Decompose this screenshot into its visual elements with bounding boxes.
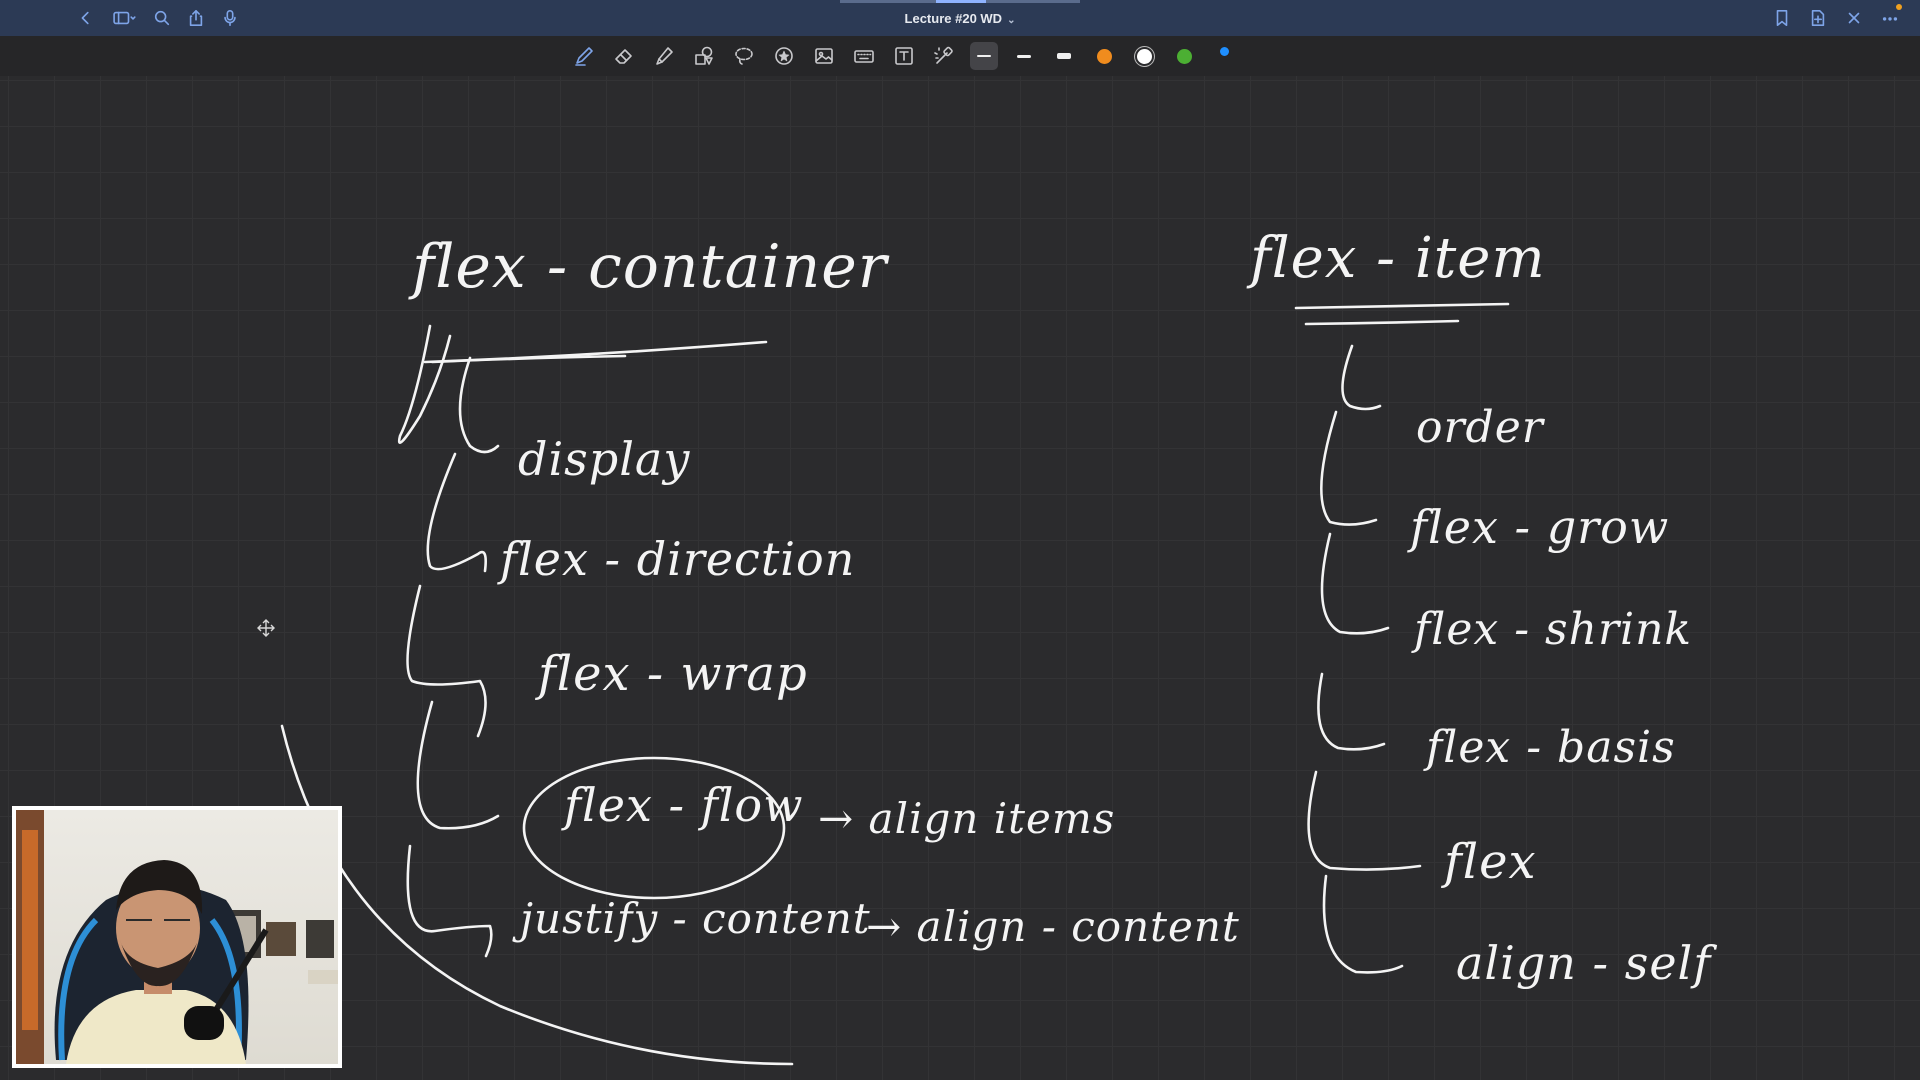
connector-wrap xyxy=(406,584,487,738)
microphone-icon[interactable] xyxy=(220,8,240,28)
right-heading-underline-2 xyxy=(1304,319,1460,326)
connector-shrink xyxy=(1320,532,1390,635)
right-item-align-self: align - self xyxy=(1456,936,1712,990)
right-item-order: order xyxy=(1416,402,1544,453)
image-icon[interactable] xyxy=(810,42,838,70)
stroke-thick-button[interactable] xyxy=(1050,42,1078,70)
color-picker-dot xyxy=(1219,46,1229,56)
page-tab-indicator xyxy=(840,0,1080,3)
color-picker-button[interactable] xyxy=(1210,42,1238,70)
connector-basis xyxy=(1317,672,1386,751)
drawing-toolbar xyxy=(0,36,1920,76)
document-title-text: Lecture #20 WD xyxy=(904,10,1003,26)
text-box-icon[interactable] xyxy=(890,42,918,70)
color-white-button[interactable] xyxy=(1130,42,1158,70)
close-icon[interactable] xyxy=(1844,8,1864,28)
color-white-swatch xyxy=(1136,48,1152,64)
notification-dot xyxy=(1896,4,1902,10)
stroke-thick-line xyxy=(1057,53,1071,59)
title-bar: Lecture #20 WD ⌄ xyxy=(0,0,1920,36)
right-item-flex-grow: flex - grow xyxy=(1410,500,1670,554)
right-item-flex-shrink: flex - shrink xyxy=(1414,604,1693,655)
add-page-icon[interactable] xyxy=(1808,8,1828,28)
lasso-icon[interactable] xyxy=(730,42,758,70)
stroke-medium-button[interactable] xyxy=(1010,42,1038,70)
right-item-flex: flex xyxy=(1444,834,1537,890)
pen-icon[interactable] xyxy=(570,42,598,70)
share-icon[interactable] xyxy=(186,8,206,28)
stroke-thin-line xyxy=(977,55,991,57)
connector-direction xyxy=(426,452,487,573)
laser-pointer-icon[interactable] xyxy=(930,42,958,70)
move-cursor-icon xyxy=(256,618,276,638)
side-note-align-items: → align items xyxy=(818,794,1116,843)
stroke-medium-line xyxy=(1017,54,1031,58)
webcam-feed xyxy=(16,810,338,1064)
left-heading-flourish xyxy=(397,324,452,444)
chevron-down-icon: ⌄ xyxy=(1007,14,1016,26)
keyboard-icon[interactable] xyxy=(850,42,878,70)
highlighter-icon[interactable] xyxy=(650,42,678,70)
left-heading: flex - container xyxy=(412,232,888,302)
side-note-align-content: → align - content xyxy=(866,902,1240,951)
stroke-thin-button[interactable] xyxy=(970,42,998,70)
search-icon[interactable] xyxy=(152,8,172,28)
connector-flex xyxy=(1307,770,1422,871)
document-title[interactable]: Lecture #20 WD ⌄ xyxy=(905,11,1016,26)
color-green-swatch xyxy=(1176,48,1192,64)
connector-order xyxy=(1341,344,1382,411)
color-orange-swatch xyxy=(1096,48,1112,64)
right-heading-underline xyxy=(1294,302,1510,310)
right-heading: flex - item xyxy=(1250,226,1546,291)
left-item-display: display xyxy=(518,432,691,486)
connector-align-self xyxy=(1322,874,1404,974)
left-item-justify-content: justify - content xyxy=(520,894,871,943)
sidebar-toggle-icon[interactable] xyxy=(110,8,138,28)
bookmark-icon[interactable] xyxy=(1772,8,1792,28)
title-bar-left-icons xyxy=(76,8,240,28)
left-item-flex-wrap: flex - wrap xyxy=(538,646,808,702)
connector-grow xyxy=(1320,410,1378,526)
presenter-illustration xyxy=(16,810,338,1064)
eraser-icon[interactable] xyxy=(610,42,638,70)
connector-display xyxy=(458,356,500,454)
left-item-flex-direction: flex - direction xyxy=(500,532,856,586)
connector-flow xyxy=(416,700,500,830)
connector-justify xyxy=(406,844,493,958)
right-item-flex-basis: flex - basis xyxy=(1426,722,1676,773)
shapes-icon[interactable] xyxy=(690,42,718,70)
more-icon[interactable] xyxy=(1880,4,1902,28)
title-bar-right-icons xyxy=(1772,4,1902,28)
left-item-flex-flow: flex - flow xyxy=(564,778,804,832)
sticker-icon[interactable] xyxy=(770,42,798,70)
presenter-webcam xyxy=(12,806,342,1068)
color-green-button[interactable] xyxy=(1170,42,1198,70)
back-icon[interactable] xyxy=(76,8,96,28)
color-orange-button[interactable] xyxy=(1090,42,1118,70)
